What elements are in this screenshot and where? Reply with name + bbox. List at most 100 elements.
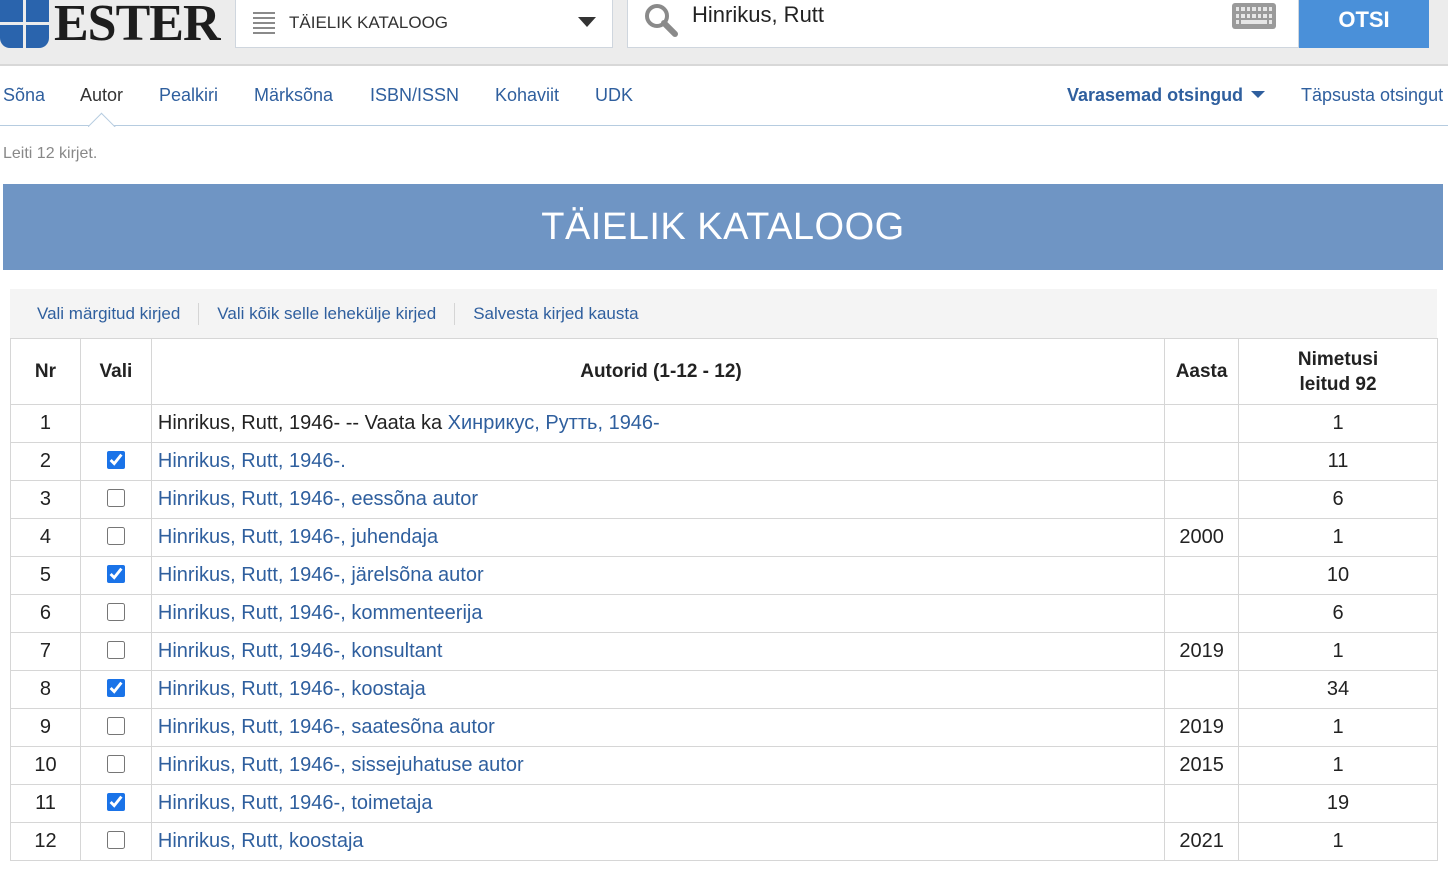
row-select-checkbox[interactable] <box>106 640 125 659</box>
row-number: 5 <box>10 556 81 595</box>
table-row: 11 Hinrikus, Rutt, 1946-, toimetaja 19 <box>10 784 1438 823</box>
row-select-checkbox[interactable] <box>106 602 125 621</box>
row-number: 8 <box>10 670 81 709</box>
row-select-checkbox[interactable] <box>106 792 125 811</box>
year-cell: 2021 <box>1164 822 1240 861</box>
author-cell: Hinrikus, Rutt, 1946-, toimetaja <box>150 784 1166 823</box>
tab-sona[interactable]: Sõna <box>3 85 45 106</box>
row-select-cell <box>79 594 152 633</box>
author-link[interactable]: Hinrikus, Rutt, 1946-, toimetaja <box>158 792 433 814</box>
year-cell <box>1164 556 1240 595</box>
results-count: Leiti 12 kirjet. <box>3 145 98 162</box>
table-row: 2 Hinrikus, Rutt, 1946-. 11 <box>10 442 1438 481</box>
count-cell: 11 <box>1238 442 1438 481</box>
row-number: 10 <box>10 746 81 785</box>
author-link[interactable]: Hinrikus, Rutt, koostaja <box>158 830 364 852</box>
refine-search-link[interactable]: Täpsusta otsingut <box>1301 85 1443 106</box>
search-input[interactable] <box>692 0 1212 31</box>
row-select-checkbox[interactable] <box>106 564 125 583</box>
year-cell <box>1164 784 1240 823</box>
row-number: 1 <box>10 404 81 443</box>
catalog-select-label: TÄIELIK KATALOOG <box>289 13 449 32</box>
row-select-cell <box>79 518 152 557</box>
search-icon <box>645 4 678 37</box>
header-count-line2: leitud 92 <box>1299 373 1377 395</box>
header-year[interactable]: Aasta <box>1164 338 1240 405</box>
tab-pealkiri[interactable]: Pealkiri <box>159 85 218 106</box>
banner-title: TÄIELIK KATALOOG <box>541 205 905 248</box>
table-header-row: Nr Vali Autorid (1-12 - 12) Aasta Nimetu… <box>10 338 1438 405</box>
author-link[interactable]: Hinrikus, Rutt, 1946-, kommenteerija <box>158 602 483 624</box>
tab-kohaviit[interactable]: Kohaviit <box>495 85 559 106</box>
row-number: 7 <box>10 632 81 671</box>
author-cell: Hinrikus, Rutt, 1946-, juhendaja <box>150 518 1166 557</box>
author-cell: Hinrikus, Rutt, 1946-, sissejuhatuse aut… <box>150 746 1166 785</box>
search-button[interactable]: OTSI <box>1299 0 1429 48</box>
tab-isbn-issn[interactable]: ISBN/ISSN <box>370 85 459 106</box>
results-actions-bar: Vali märgitud kirjed Vali kõik selle leh… <box>10 289 1437 339</box>
row-number: 6 <box>10 594 81 633</box>
header-authors[interactable]: Autorid (1-12 - 12) <box>150 338 1166 405</box>
table-row: 5 Hinrikus, Rutt, 1946-, järelsõna autor 1… <box>10 556 1438 595</box>
tab-autor[interactable]: Autor <box>80 85 123 106</box>
author-link[interactable]: Hinrikus, Rutt, 1946-, saatesõna autor <box>158 716 495 738</box>
author-link[interactable]: Hinrikus, Rutt, 1946-, sissejuhatuse aut… <box>158 754 524 776</box>
row-select-checkbox[interactable] <box>106 450 125 469</box>
select-marked-link[interactable]: Vali märgitud kirjed <box>10 304 198 324</box>
header-count-line1: Nimetusi <box>1297 348 1379 370</box>
tab-marksona[interactable]: Märksõna <box>254 85 333 106</box>
ester-logo[interactable]: ESTER <box>0 0 221 52</box>
row-select-cell <box>79 784 152 823</box>
previous-searches-dropdown[interactable]: Varasemad otsingud <box>1067 85 1266 106</box>
row-select-checkbox[interactable] <box>106 526 125 545</box>
row-select-cell <box>79 442 152 481</box>
row-select-cell <box>79 670 152 709</box>
author-link[interactable]: Хинрикус, Рутть, 1946- <box>448 412 660 434</box>
author-cell: Hinrikus, Rutt, 1946- -- Vaata ka Хинрик… <box>150 404 1166 443</box>
count-cell: 10 <box>1238 556 1438 595</box>
author-link[interactable]: Hinrikus, Rutt, 1946-, koostaja <box>158 678 426 700</box>
year-cell: 2019 <box>1164 632 1240 671</box>
author-cell: Hinrikus, Rutt, 1946-, kommenteerija <box>150 594 1166 633</box>
author-link[interactable]: Hinrikus, Rutt, 1946-. <box>158 450 346 472</box>
row-select-cell <box>79 556 152 595</box>
tab-udk[interactable]: UDK <box>595 85 633 106</box>
author-cell: Hinrikus, Rutt, 1946-, järelsõna autor <box>150 556 1166 595</box>
author-link[interactable]: Hinrikus, Rutt, 1946-, konsultant <box>158 640 443 662</box>
row-select-checkbox[interactable] <box>106 488 125 507</box>
catalog-select[interactable]: TÄIELIK KATALOOG <box>235 0 613 48</box>
row-number: 3 <box>10 480 81 519</box>
table-row: 6 Hinrikus, Rutt, 1946-, kommenteerija 6 <box>10 594 1438 633</box>
author-cell: Hinrikus, Rutt, 1946-, konsultant <box>150 632 1166 671</box>
author-link[interactable]: Hinrikus, Rutt, 1946-, juhendaja <box>158 526 438 548</box>
table-row: 12 Hinrikus, Rutt, koostaja 2021 1 <box>10 822 1438 861</box>
year-cell: 2019 <box>1164 708 1240 747</box>
header-count[interactable]: Nimetusi leitud 92 <box>1238 338 1438 405</box>
caret-down-icon <box>1251 91 1266 98</box>
search-type-tabs: Sõna Autor Pealkiri Märksõna ISBN/ISSN K… <box>0 66 1448 126</box>
row-select-cell <box>79 822 152 861</box>
author-text: Hinrikus, Rutt, 1946- -- Vaata ka <box>157 412 448 434</box>
row-select-checkbox[interactable] <box>106 830 125 849</box>
count-cell: 1 <box>1238 822 1438 861</box>
select-all-page-link[interactable]: Vali kõik selle lehekülje kirjed <box>199 304 454 324</box>
row-select-checkbox[interactable] <box>106 716 125 735</box>
author-link[interactable]: Hinrikus, Rutt, 1946-, järelsõna autor <box>158 564 484 586</box>
table-row: 3 Hinrikus, Rutt, 1946-, eessõna autor 6 <box>10 480 1438 519</box>
list-icon <box>253 12 275 34</box>
row-select-checkbox[interactable] <box>106 754 125 773</box>
table-row: 7 Hinrikus, Rutt, 1946-, konsultant 2019 1 <box>10 632 1438 671</box>
row-number: 9 <box>10 708 81 747</box>
author-link[interactable]: Hinrikus, Rutt, 1946-, eessõna autor <box>158 488 478 510</box>
author-cell: Hinrikus, Rutt, koostaja <box>150 822 1166 861</box>
count-cell: 6 <box>1238 594 1438 633</box>
save-to-folder-link[interactable]: Salvesta kirjed kausta <box>455 304 656 324</box>
count-cell: 6 <box>1238 480 1438 519</box>
author-cell: Hinrikus, Rutt, 1946-, eessõna autor <box>150 480 1166 519</box>
year-cell <box>1164 404 1240 443</box>
row-select-checkbox[interactable] <box>106 678 125 697</box>
row-number: 11 <box>10 784 81 823</box>
count-cell: 1 <box>1238 746 1438 785</box>
table-row: 10 Hinrikus, Rutt, 1946-, sissejuhatuse a… <box>10 746 1438 785</box>
keyboard-icon[interactable] <box>1232 3 1276 29</box>
